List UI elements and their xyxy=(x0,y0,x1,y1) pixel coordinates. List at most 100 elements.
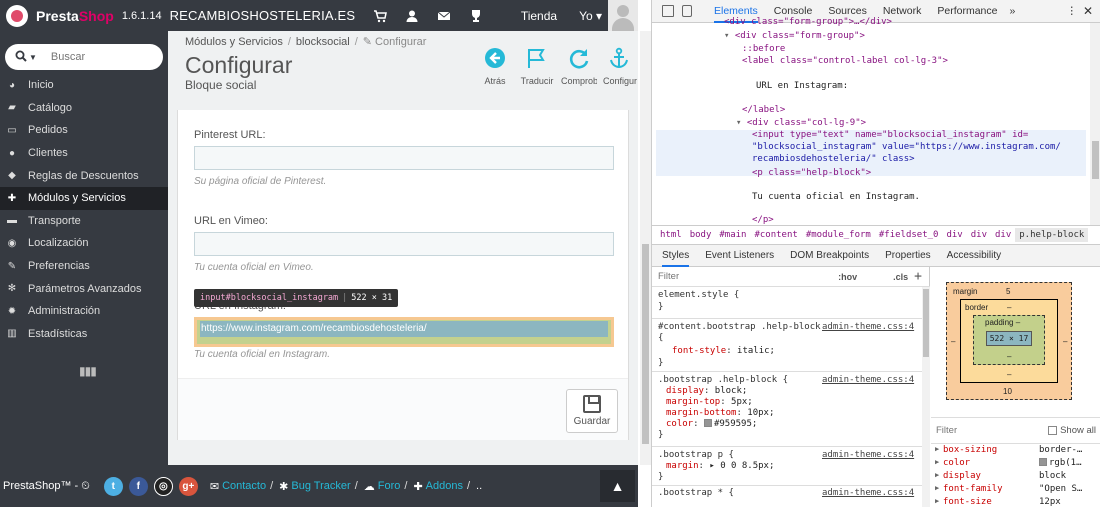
show-all-checkbox[interactable] xyxy=(1048,426,1058,435)
crumb[interactable]: div xyxy=(995,230,1011,240)
github-icon[interactable]: ◎ xyxy=(153,476,173,496)
rule-decl[interactable]: margin: ▸ 0 0 8.5px; xyxy=(666,461,774,471)
crumb[interactable]: #fieldset_0 xyxy=(879,230,939,240)
save-button[interactable]: Guardar xyxy=(566,389,618,433)
rule-decl[interactable]: margin-top: 5px; xyxy=(666,397,753,407)
kebab-menu-icon[interactable]: ⋮ xyxy=(1066,5,1077,17)
search-icon[interactable] xyxy=(15,50,27,65)
styles-scrollbar[interactable] xyxy=(922,287,930,507)
envelope-icon[interactable] xyxy=(437,9,451,23)
dom-line[interactable]: <p class="help-block"> xyxy=(752,168,871,178)
twitter-icon[interactable]: t xyxy=(103,476,123,496)
shop-name-link[interactable]: RECAMBIOSHOSTELERIA.ES xyxy=(170,8,356,23)
rule-selector[interactable]: .bootstrap p { xyxy=(658,450,734,460)
dom-line[interactable]: recambiosdehosteleria/" class> xyxy=(752,154,915,164)
tab-performance[interactable]: Performance xyxy=(937,0,997,23)
styles-filter-input[interactable] xyxy=(658,271,808,282)
rule-decl[interactable]: margin-bottom: 10px; xyxy=(666,408,774,418)
new-rule-icon[interactable]: + xyxy=(914,269,922,284)
hov-toggle[interactable]: :hov xyxy=(838,272,857,282)
rule-source-link[interactable]: admin-theme.css:4 xyxy=(822,488,914,498)
vimeo-url-input[interactable] xyxy=(194,232,614,256)
rule-decl[interactable]: font-style: italic; xyxy=(672,346,775,356)
dom-scrollbar[interactable] xyxy=(1090,23,1100,225)
search-input[interactable] xyxy=(50,51,151,63)
toolbar-config-button[interactable]: Configurar xyxy=(600,47,638,86)
rule-selector[interactable]: .bootstrap * { xyxy=(658,488,734,498)
tab-accessibility[interactable]: Accessibility xyxy=(947,245,1001,267)
box-content[interactable]: 522 × 17 xyxy=(986,331,1032,346)
tab-properties[interactable]: Properties xyxy=(885,245,931,267)
sidebar-search[interactable]: ▼ xyxy=(5,44,163,70)
sidebar-item-transporte[interactable]: ▬ Transporte xyxy=(0,210,168,233)
footer-link-addons[interactable]: Addons xyxy=(426,480,463,492)
user-menu[interactable]: Yo ▾ xyxy=(579,9,602,23)
computed-row[interactable]: ▶ font-size 12px xyxy=(931,497,1100,507)
sidebar-item-localizacion[interactable]: ◉ Localización xyxy=(0,232,168,255)
computed-row[interactable]: ▶ box-sizing border-… xyxy=(931,445,1100,458)
sidebar-item-preferencias[interactable]: ✎ Preferencias xyxy=(0,255,168,278)
sidebar-item-estadisticas[interactable]: ▥ Estadísticas xyxy=(0,323,168,346)
computed-filter-input[interactable] xyxy=(936,425,1026,436)
more-tabs-icon[interactable]: » xyxy=(1009,5,1015,17)
pinterest-url-input[interactable] xyxy=(194,146,614,170)
computed-row[interactable]: ▶ font-family "Open S… xyxy=(931,484,1100,497)
rule-selector[interactable]: .bootstrap .help-block { xyxy=(658,375,788,385)
avatar[interactable] xyxy=(608,0,638,31)
dom-line[interactable]: <label class="control-label col-lg-3"> xyxy=(742,56,948,66)
prestashop-logo-icon[interactable] xyxy=(6,4,28,27)
sidebar-item-catalogo[interactable]: ▰ Catálogo xyxy=(0,97,168,120)
crumb[interactable]: #main xyxy=(719,230,746,240)
breadcrumb-blocksocial[interactable]: blocksocial xyxy=(296,36,350,48)
box-padding[interactable]: padding – – 522 × 17 xyxy=(973,315,1045,365)
rule-source-link[interactable]: admin-theme.css:4 xyxy=(822,322,914,332)
dom-line[interactable]: </p> xyxy=(752,215,774,225)
dom-line[interactable]: Tu cuenta oficial en Instagram. xyxy=(752,192,920,202)
styles-scrollbar-thumb[interactable] xyxy=(923,289,929,357)
cls-toggle[interactable]: .cls xyxy=(893,272,908,282)
toolbar-translate-button[interactable]: Traducir xyxy=(514,47,558,86)
crumb[interactable]: div xyxy=(946,230,962,240)
tab-event-listeners[interactable]: Event Listeners xyxy=(705,245,774,267)
instagram-value[interactable]: https://www.instagram.com/recambiosdehos… xyxy=(200,321,608,337)
collapse-sidebar-icon[interactable]: ▮▮▮ xyxy=(79,364,97,378)
sidebar-item-inicio[interactable]: ◕ Inicio xyxy=(0,74,168,97)
rule-selector[interactable]: element.style { xyxy=(658,290,739,300)
footer-link-bugtracker[interactable]: Bug Tracker xyxy=(291,480,350,492)
tab-dom-breakpoints[interactable]: DOM Breakpoints xyxy=(790,245,869,267)
dom-line[interactable]: </label> xyxy=(742,105,785,115)
dom-line[interactable]: ▾ <div class="form-group"> xyxy=(724,31,865,41)
crumb[interactable]: #module_form xyxy=(806,230,871,240)
dom-line[interactable]: ::before xyxy=(742,44,785,54)
toolbar-back-button[interactable]: Atrás xyxy=(470,47,520,86)
dom-line[interactable]: URL en Instagram: xyxy=(756,81,848,91)
crumb[interactable]: body xyxy=(690,230,712,240)
crumb-current[interactable]: p.help-block xyxy=(1015,228,1089,242)
google-plus-icon[interactable]: g+ xyxy=(178,476,198,496)
scroll-to-top-button[interactable]: ▲ xyxy=(600,470,635,502)
color-swatch[interactable] xyxy=(703,419,712,427)
caret-down-icon[interactable]: ▼ xyxy=(29,53,37,62)
brand-name[interactable]: PrestaShop xyxy=(36,8,114,24)
tab-styles[interactable]: Styles xyxy=(662,245,690,267)
rule-decl[interactable]: display: block; xyxy=(666,386,747,396)
rule-source-link[interactable]: admin-theme.css:4 xyxy=(822,450,914,460)
box-margin[interactable]: margin 5 – – 10 border – – padding – – 5… xyxy=(946,282,1072,400)
page-scrollbar-thumb[interactable] xyxy=(642,244,649,444)
rule-source-link[interactable]: admin-theme.css:4 xyxy=(822,375,914,385)
dom-line[interactable]: ▾ <div class="col-lg-9"> xyxy=(736,118,866,128)
facebook-icon[interactable]: f xyxy=(128,476,148,496)
footer-link-contacto[interactable]: Contacto xyxy=(222,480,266,492)
instagram-url-input[interactable]: https://www.instagram.com/recambiosdehos… xyxy=(194,317,614,347)
sidebar-item-reglas[interactable]: ◆ Reglas de Descuentos xyxy=(0,164,168,187)
sidebar-item-parametros[interactable]: ✻ Parámetros Avanzados xyxy=(0,277,168,300)
dom-line[interactable]: "blocksocial_instagram" value="https://w… xyxy=(752,142,1061,152)
sidebar-item-clientes[interactable]: ● Clientes xyxy=(0,142,168,165)
computed-row[interactable]: ▶ color rgb(1… xyxy=(931,458,1100,471)
user-icon[interactable] xyxy=(405,9,419,23)
crumb[interactable]: div xyxy=(971,230,987,240)
crumb[interactable]: #content xyxy=(754,230,797,240)
dom-scrollbar-thumb[interactable] xyxy=(1092,141,1099,179)
rule-selector[interactable]: #content.bootstrap .help-block xyxy=(658,322,821,332)
sidebar-item-administracion[interactable]: ✹ Administración xyxy=(0,300,168,323)
